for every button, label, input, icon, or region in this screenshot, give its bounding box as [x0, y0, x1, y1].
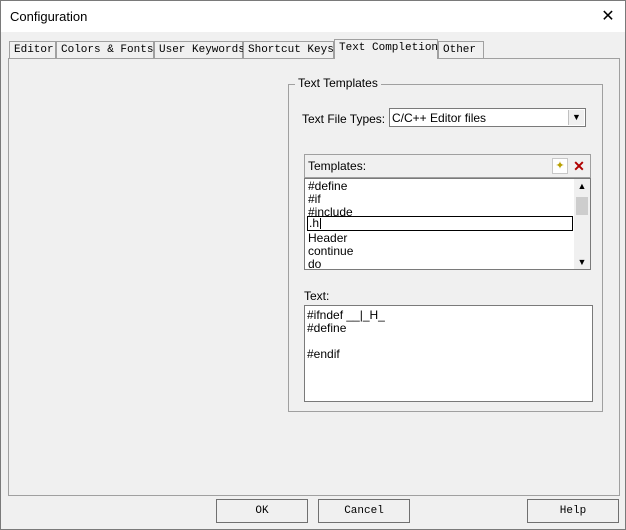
- ok-button[interactable]: OK: [216, 499, 308, 523]
- scroll-up-icon[interactable]: ▲: [574, 179, 590, 193]
- scroll-down-icon[interactable]: ▼: [574, 255, 590, 269]
- new-template-icon[interactable]: ✦: [552, 158, 568, 174]
- chevron-down-icon[interactable]: ▼: [568, 110, 584, 125]
- text-label: Text:: [304, 289, 330, 303]
- tab-colors-fonts[interactable]: Colors & Fonts: [56, 41, 154, 58]
- templates-header: Templates: ✦ ✕: [304, 154, 591, 178]
- tab-panel: Text Templates Text File Types: C/C++ Ed…: [8, 58, 620, 496]
- template-text-area[interactable]: #ifndef __|_H_ #define #endif: [304, 305, 593, 402]
- tab-shortcut-keys[interactable]: Shortcut Keys: [243, 41, 334, 58]
- delete-template-icon[interactable]: ✕: [570, 157, 588, 175]
- templates-list[interactable]: #define #if #include .h Header continue …: [304, 178, 591, 270]
- templates-label: Templates:: [308, 159, 367, 173]
- text-line: #endif: [307, 347, 340, 361]
- help-button[interactable]: Help: [527, 499, 619, 523]
- file-types-select[interactable]: C/C++ Editor files ▼: [389, 108, 586, 127]
- file-types-label: Text File Types:: [302, 112, 386, 126]
- close-icon[interactable]: ✕: [591, 1, 625, 32]
- file-types-value: C/C++ Editor files: [392, 111, 487, 125]
- templates-scrollbar[interactable]: ▲ ▼: [574, 179, 590, 269]
- title-bar: Configuration ✕: [1, 1, 625, 32]
- text-line: #define: [307, 321, 347, 335]
- tab-editor[interactable]: Editor: [9, 41, 56, 58]
- window-title: Configuration: [10, 9, 88, 24]
- tab-other[interactable]: Other: [438, 41, 484, 58]
- text-templates-group: Text Templates Text File Types: C/C++ Ed…: [288, 76, 603, 412]
- cancel-button[interactable]: Cancel: [318, 499, 410, 523]
- scroll-thumb[interactable]: [576, 197, 588, 215]
- tab-text-completion[interactable]: Text Completion: [334, 39, 438, 59]
- text-caret: [320, 218, 322, 230]
- template-name-edit[interactable]: .h: [307, 216, 573, 231]
- template-name-value: .h: [309, 216, 320, 230]
- configuration-dialog: Configuration ✕ Editor Colors & Fonts Us…: [0, 0, 626, 530]
- tab-user-keywords[interactable]: User Keywords: [154, 41, 245, 58]
- group-title: Text Templates: [295, 76, 381, 90]
- list-item[interactable]: do: [308, 258, 321, 270]
